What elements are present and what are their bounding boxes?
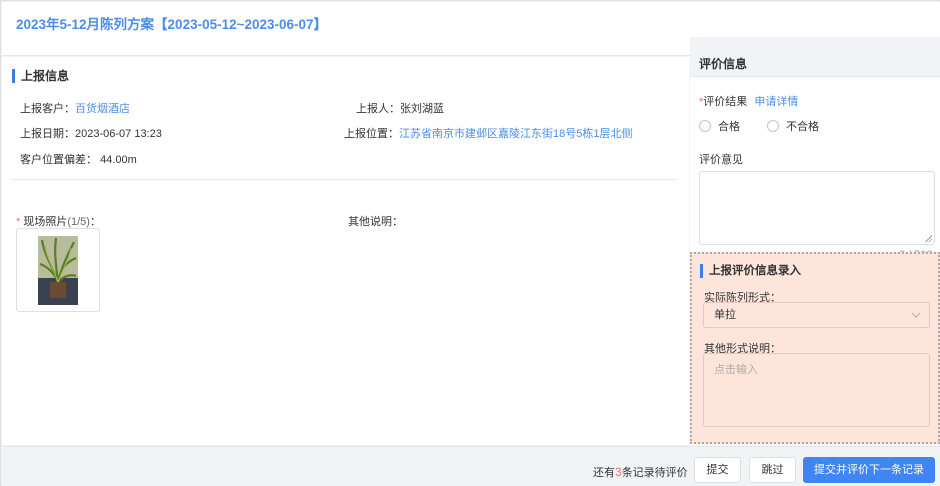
photos-label: 现场照片 bbox=[23, 216, 68, 228]
reporter-value: 张刘湖蓝 bbox=[400, 103, 444, 115]
radio-pass[interactable]: 合格 bbox=[699, 118, 740, 134]
customer-field: 上报客户：百货烟酒店 bbox=[20, 100, 130, 116]
radio-pass-circle[interactable] bbox=[699, 120, 711, 132]
required-mark: * bbox=[16, 216, 21, 228]
deviation-field: 客户位置偏差： 44.00m bbox=[20, 151, 137, 167]
reporter-label: 上报人： bbox=[356, 103, 400, 115]
radio-fail-circle[interactable] bbox=[767, 120, 779, 132]
location-label: 上报位置： bbox=[344, 128, 399, 140]
apply-details-link[interactable]: 申请详情 bbox=[754, 96, 798, 108]
opinion-label: 评价意见 bbox=[699, 154, 743, 166]
photos-count: (1/5) bbox=[67, 216, 90, 228]
pending-prefix: 还有 bbox=[593, 467, 615, 479]
pending-suffix: 条记录待评价 bbox=[621, 467, 688, 479]
evaluation-header: 评价信息 bbox=[690, 37, 940, 77]
opinion-field: 评价意见 bbox=[699, 151, 743, 167]
other-notes-label: 其他说明： bbox=[348, 216, 403, 228]
deviation-value: 44.00m bbox=[100, 154, 137, 166]
pending-records-text: 还有3条记录待评价 bbox=[593, 464, 688, 480]
display-form-select[interactable]: 单拉 bbox=[703, 302, 930, 328]
deviation-label: 客户位置偏差： bbox=[20, 154, 97, 166]
report-info-title: 上报信息 bbox=[12, 69, 69, 83]
page-title: 2023年5-12月陈列方案【2023-05-12~2023-06-07】 bbox=[16, 17, 328, 32]
section-divider bbox=[10, 179, 678, 180]
report-info-panel: 上报信息 上报客户：百货烟酒店 上报人：张刘湖蓝 上报日期：2023-06-07… bbox=[2, 57, 689, 445]
date-label: 上报日期： bbox=[20, 128, 75, 140]
radio-fail[interactable]: 不合格 bbox=[767, 118, 819, 134]
reporter-field: 上报人：张刘湖蓝 bbox=[356, 100, 444, 116]
other-notes-field: 其他说明： bbox=[348, 213, 403, 229]
customer-link[interactable]: 百货烟酒店 bbox=[75, 103, 130, 115]
resize-grip-icon[interactable] bbox=[925, 235, 932, 242]
result-label: 评价结果 bbox=[703, 96, 748, 108]
evaluation-title: 评价信息 bbox=[699, 57, 748, 71]
skip-button[interactable]: 跳过 bbox=[749, 457, 796, 483]
chevron-down-icon bbox=[911, 303, 921, 336]
entry-section: 上报评价信息录入 实际陈列形式： 单拉 其他形式说明： 点击输入 bbox=[690, 252, 940, 444]
plant-photo bbox=[38, 236, 78, 305]
entry-title: 上报评价信息录入 bbox=[700, 264, 801, 278]
submit-next-button[interactable]: 提交并评价下一条记录 bbox=[803, 457, 935, 483]
date-field: 上报日期：2023-06-07 13:23 bbox=[20, 125, 162, 141]
location-field: 上报位置：江苏省南京市建邺区嘉陵江东街18号5栋1层北侧 bbox=[344, 125, 632, 141]
display-form-value: 单拉 bbox=[714, 309, 736, 321]
photo-thumbnail[interactable] bbox=[16, 228, 100, 312]
opinion-textarea[interactable] bbox=[699, 171, 935, 245]
result-field: *评价结果 申请详情 bbox=[699, 93, 798, 109]
radio-fail-label: 不合格 bbox=[786, 121, 819, 133]
date-value: 2023-06-07 13:23 bbox=[75, 128, 162, 140]
photos-colon: ： bbox=[89, 216, 101, 228]
footer-bar: 还有3条记录待评价 提交 跳过 提交并评价下一条记录 bbox=[2, 446, 940, 486]
app-window: 2023年5-12月陈列方案【2023-05-12~2023-06-07】 上报… bbox=[0, 0, 940, 486]
customer-label: 上报客户： bbox=[20, 103, 75, 115]
radio-pass-label: 合格 bbox=[718, 121, 740, 133]
submit-button[interactable]: 提交 bbox=[694, 457, 741, 483]
pending-count: 3 bbox=[615, 465, 622, 479]
photos-field: * 现场照片(1/5)： bbox=[16, 213, 101, 229]
location-link[interactable]: 江苏省南京市建邺区嘉陵江东街18号5栋1层北侧 bbox=[399, 128, 632, 140]
other-form-input[interactable]: 点击输入 bbox=[703, 353, 930, 427]
